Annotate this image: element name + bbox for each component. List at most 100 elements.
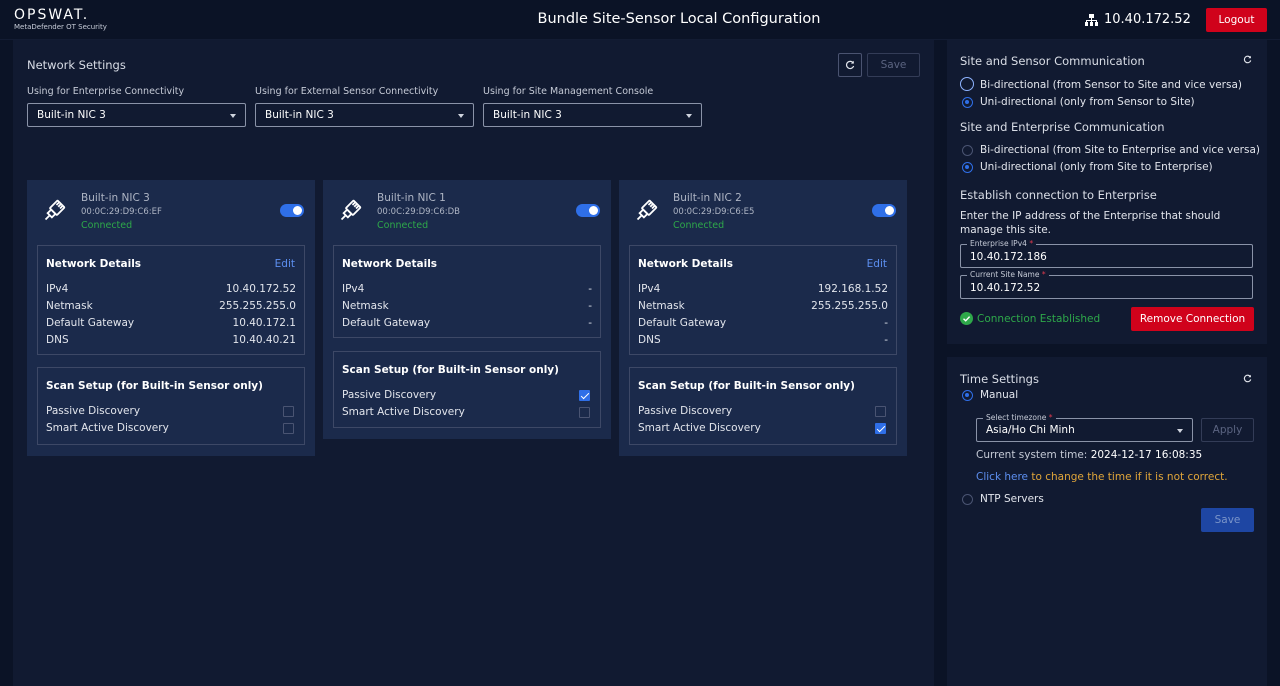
time-save-button[interactable]: Save [1201, 508, 1254, 532]
required-mark: * [1041, 270, 1046, 279]
network-settings-title: Network Settings [27, 58, 126, 72]
edit-network-link[interactable]: Edit [867, 258, 887, 270]
site-sensor-communication-title: Site and Sensor Communication [960, 54, 1145, 68]
nic-status: Connected [377, 220, 429, 231]
network-icon [1085, 13, 1098, 26]
scan-setup-title: Scan Setup (for Built-in Sensor only) [638, 380, 855, 392]
refresh-icon[interactable] [1243, 55, 1252, 64]
detail-key: IPv4 [638, 283, 661, 295]
site-management-console-select[interactable]: Built-in NIC 3 [483, 103, 702, 127]
ethernet-plug-icon [44, 199, 66, 221]
network-details-box: Network Details Edit IPv4 10.40.172.52 N… [37, 245, 305, 355]
detail-value: - [588, 283, 592, 295]
ethernet-plug-icon [636, 199, 658, 221]
detail-key: Netmask [342, 300, 389, 312]
radio-label: Uni-directional (only from Sensor to Sit… [980, 96, 1195, 108]
radio-label: Bi-directional (from Site to Enterprise … [980, 144, 1260, 156]
nic-enable-toggle[interactable] [280, 204, 304, 217]
scan-setup-box: Scan Setup (for Built-in Sensor only) Pa… [629, 367, 897, 445]
detail-value: - [884, 334, 888, 346]
enterprise-ip-field[interactable]: Enterprise IPv4 * 10.40.172.186 [960, 239, 1253, 268]
nic-name: Built-in NIC 2 [673, 192, 742, 204]
site-management-console-label: Using for Site Management Console [483, 86, 654, 97]
check-circle-icon [960, 312, 973, 325]
scan-option-label: Passive Discovery [638, 405, 733, 417]
chevron-down-icon [686, 114, 692, 118]
chevron-down-icon [230, 114, 236, 118]
current-system-time: Current system time: 2024-12-17 16:08:35 [976, 449, 1202, 461]
nic-card: Built-in NIC 2 00:0C:29:D9:C6:E5 Connect… [619, 180, 907, 456]
ethernet-plug-icon [340, 199, 362, 221]
network-details-title: Network Details [638, 258, 734, 270]
smart-active-discovery-checkbox[interactable] [875, 423, 886, 434]
required-mark: * [1048, 413, 1053, 422]
detail-value: - [588, 317, 592, 329]
radio-label: Bi-directional (from Sensor to Site and … [980, 79, 1242, 91]
apply-timezone-button[interactable]: Apply [1201, 418, 1254, 442]
scan-option-label: Passive Discovery [46, 405, 141, 417]
current-time-label: Current system time: [976, 449, 1088, 461]
site-enterprise-communication-title: Site and Enterprise Communication [960, 120, 1165, 134]
timezone-select[interactable]: Select timezone * Asia/Ho Chi Minh [976, 413, 1193, 442]
passive-discovery-checkbox[interactable] [283, 406, 294, 417]
click-here-link[interactable]: Click here [976, 471, 1028, 483]
enterprise-connectivity-value: Built-in NIC 3 [37, 109, 106, 121]
change-time-hint: Click here to change the time if it is n… [976, 471, 1228, 483]
smart-active-discovery-checkbox[interactable] [283, 423, 294, 434]
passive-discovery-checkbox[interactable] [579, 390, 590, 401]
nic-status: Connected [81, 220, 133, 231]
nic-mac-address: 00:0C:29:D9:C6:EF [81, 207, 162, 217]
refresh-icon[interactable] [1243, 374, 1252, 383]
toggle-knob [885, 206, 894, 215]
ntp-servers-radio[interactable] [962, 494, 973, 505]
enterprise-connectivity-select[interactable]: Built-in NIC 3 [27, 103, 246, 127]
remove-connection-button[interactable]: Remove Connection [1131, 307, 1254, 331]
radio-label: Manual [980, 389, 1019, 401]
detail-key: IPv4 [342, 283, 365, 295]
manual-time-radio[interactable] [962, 390, 973, 401]
toggle-knob [293, 206, 302, 215]
site-name-field[interactable]: Current Site Name * 10.40.172.52 [960, 270, 1253, 299]
scan-setup-title: Scan Setup (for Built-in Sensor only) [342, 364, 559, 376]
external-sensor-connectivity-label: Using for External Sensor Connectivity [255, 86, 439, 97]
required-mark: * [1029, 239, 1034, 248]
site-management-console-value: Built-in NIC 3 [493, 109, 562, 121]
scan-option-label: Smart Active Discovery [342, 406, 465, 418]
enterprise-ip-value: 10.40.172.186 [970, 251, 1047, 263]
edit-network-link[interactable]: Edit [275, 258, 295, 270]
detail-key: DNS [638, 334, 661, 346]
detail-key: Netmask [46, 300, 93, 312]
time-settings-title: Time Settings [960, 372, 1039, 386]
site-name-value: 10.40.172.52 [970, 282, 1041, 294]
detail-value: 192.168.1.52 [817, 283, 888, 295]
radio-label: Uni-directional (only from Site to Enter… [980, 161, 1213, 173]
nic-enable-toggle[interactable] [576, 204, 600, 217]
site-name-label-text: Current Site Name [970, 270, 1040, 279]
external-sensor-connectivity-select[interactable]: Built-in NIC 3 [255, 103, 474, 127]
refresh-icon [845, 60, 855, 70]
passive-discovery-checkbox[interactable] [875, 406, 886, 417]
app-header: OPSWAT. MetaDefender OT Security Bundle … [0, 0, 1280, 40]
enterprise-ip-label-text: Enterprise IPv4 [970, 239, 1027, 248]
smart-active-discovery-checkbox[interactable] [579, 407, 590, 418]
site-sensor-bidirectional-radio[interactable] [960, 77, 974, 91]
site-enterprise-bidirectional-radio[interactable] [962, 145, 973, 156]
scan-setup-box: Scan Setup (for Built-in Sensor only) Pa… [333, 351, 601, 428]
network-details-title: Network Details [46, 258, 142, 270]
logout-button[interactable]: Logout [1206, 8, 1267, 32]
nic-card: Built-in NIC 3 00:0C:29:D9:C6:EF Connect… [27, 180, 315, 456]
network-refresh-button[interactable] [838, 53, 862, 77]
nic-mac-address: 00:0C:29:D9:C6:E5 [673, 207, 755, 217]
chevron-down-icon [1177, 429, 1183, 433]
site-sensor-unidirectional-radio[interactable] [962, 97, 973, 108]
nic-card: Built-in NIC 1 00:0C:29:D9:C6:DB Connect… [323, 180, 611, 439]
detail-key: Netmask [638, 300, 685, 312]
nic-enable-toggle[interactable] [872, 204, 896, 217]
enterprise-connectivity-label: Using for Enterprise Connectivity [27, 86, 185, 97]
site-enterprise-unidirectional-radio[interactable] [962, 162, 973, 173]
ip-address: 10.40.172.52 [1104, 12, 1191, 27]
scan-option-label: Passive Discovery [342, 389, 437, 401]
detail-key: IPv4 [46, 283, 69, 295]
network-save-button[interactable]: Save [867, 53, 920, 77]
timezone-label-text: Select timezone [986, 413, 1047, 422]
